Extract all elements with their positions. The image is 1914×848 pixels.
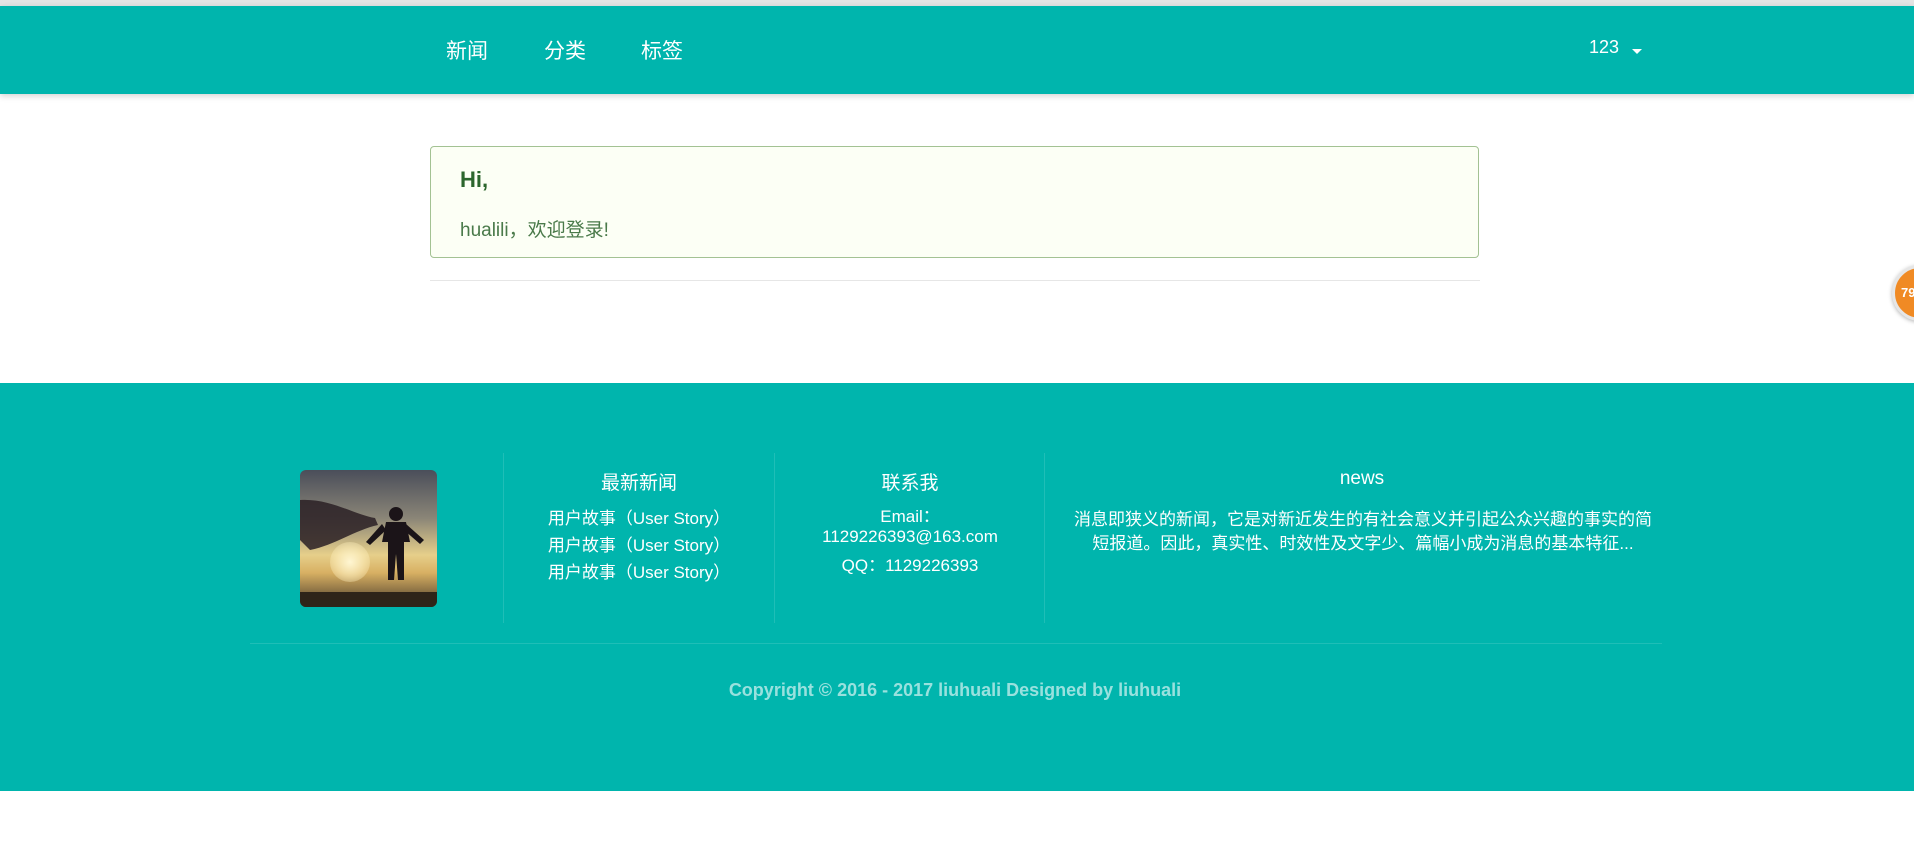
welcome-title: Hi, — [460, 167, 489, 192]
footer-separator — [1044, 453, 1045, 623]
nav-item-tags[interactable]: 标签 — [641, 35, 683, 65]
footer-separator — [774, 453, 775, 623]
latest-news-link[interactable]: 用户故事（User Story） — [524, 507, 754, 531]
welcome-message: Hi, hualili，欢迎登录! — [430, 146, 1479, 258]
floating-badge-count: 79 — [1901, 285, 1914, 300]
news-description: 消息即狭义的新闻，它是对新近发生的有社会意义并引起公众兴趣的事实的简短报道。因此… — [1074, 510, 1652, 553]
content-divider — [430, 280, 1480, 281]
top-navbar: 新闻 分类 标签 123 — [0, 6, 1914, 94]
latest-news-link[interactable]: 用户故事（User Story） — [524, 534, 754, 558]
floating-badge[interactable]: 79 — [1892, 265, 1914, 321]
news-title: news — [1339, 468, 1385, 489]
latest-news-link[interactable]: 用户故事（User Story） — [524, 561, 754, 585]
contact-title: 联系我 — [881, 473, 939, 494]
nav-item-categories[interactable]: 分类 — [544, 35, 586, 65]
footer-separator — [503, 453, 504, 623]
copyright-text: Copyright © 2016 - 2017 liuhuali Designe… — [728, 680, 1182, 700]
footer-divider — [250, 643, 1662, 644]
user-menu[interactable]: 123 — [1589, 37, 1619, 58]
caret-down-icon[interactable] — [1632, 49, 1642, 54]
silhouette-image — [300, 499, 437, 607]
contact-email-label: Email： — [880, 507, 940, 526]
nav-item-news[interactable]: 新闻 — [446, 35, 488, 65]
contact-qq: QQ：1129226393 — [841, 556, 979, 575]
footer: 最新新闻 用户故事（User Story） 用户故事（User Story） 用… — [0, 383, 1914, 791]
latest-news-title: 最新新闻 — [600, 473, 677, 494]
avatar — [300, 470, 437, 607]
welcome-text: hualili，欢迎登录! — [460, 220, 609, 241]
contact-email[interactable]: 1129226393@163.com — [790, 527, 1030, 547]
